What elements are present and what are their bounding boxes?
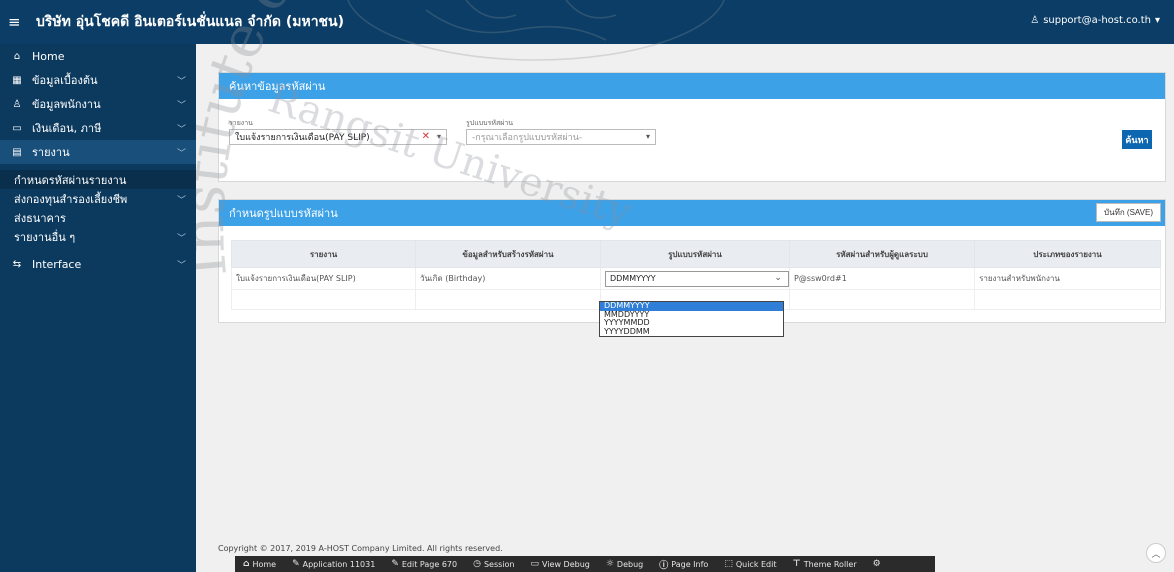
devbar-home[interactable]: ⌂ Home: [235, 559, 284, 569]
sidebar-item-salary-tax[interactable]: ▭ เงินเดือน, ภาษี ﹀: [0, 116, 196, 140]
column-header: ข้อมูลสำหรับสร้างรหัสผ่าน: [414, 240, 601, 268]
format-dropdown-list[interactable]: DDMMYYYY MMDDYYYY YYYYMMDD YYYYDDMM: [599, 301, 784, 337]
info-icon: ⓘ: [659, 560, 669, 571]
sidebar-item-employee-data[interactable]: ♙ ข้อมูลพนักงาน ﹀: [0, 92, 196, 116]
chevron-down-icon: ﹀: [176, 261, 186, 271]
sidebar-subitem-label: กำหนดรหัสผ่านรายงาน: [14, 173, 127, 187]
company-title: บริษัท อุ่นโชคดี อินเตอร์เนชั่นแนล จำกัด…: [36, 14, 345, 30]
cell-report: ใบแจ้งรายการเงินเดือน(PAY SLIP): [231, 267, 416, 290]
sidebar-item-reports[interactable]: ▤ รายงาน ﹀: [0, 140, 196, 164]
search-button[interactable]: ค้นหา: [1122, 130, 1152, 149]
caret-down-icon: ▾: [645, 132, 650, 141]
hamburger-icon[interactable]: ≡: [8, 13, 30, 31]
search-card-header: ค้นหาข้อมูลรหัสผ่าน: [219, 73, 1165, 99]
edit-icon: ✎: [391, 559, 399, 569]
report-select-value: ใบแจ้งรายการเงินเดือน(PAY SLIP): [235, 133, 370, 143]
chevron-down-icon: ﹀: [176, 77, 186, 87]
password-format-card-header: กำหนดรูปแบบรหัสผ่าน บันทึก (SAVE): [219, 200, 1165, 226]
clock-icon: ◷: [473, 559, 481, 569]
sidebar: ⌂ Home ▦ ข้อมูลเบื้องต้น ﹀ ♙ ข้อมูลพนักง…: [0, 44, 196, 572]
sidebar-subitem-label: รายงานอื่น ๆ: [14, 230, 76, 244]
chevron-up-icon: ︿: [1151, 549, 1161, 560]
column-header: รายงาน: [231, 240, 416, 268]
user-email: support@a-host.co.th: [1043, 15, 1151, 26]
sidebar-item-interface[interactable]: ⇆ Interface ﹀: [0, 252, 196, 276]
sidebar-item-label: ข้อมูลเบื้องต้น: [32, 74, 98, 87]
sidebar-item-label: Interface: [32, 257, 82, 271]
window-icon: ▭: [530, 559, 539, 569]
clear-icon[interactable]: ✕: [422, 131, 430, 142]
sidebar-item-label: Home: [32, 49, 65, 63]
paint-roller-icon: ⊤: [792, 559, 801, 569]
caret-down-icon: ▾: [1154, 15, 1160, 26]
table-row: ใบแจ้งรายการเงินเดือน(PAY SLIP) วันเกิด …: [231, 267, 1161, 290]
gear-icon: ⚙: [872, 559, 881, 569]
home-icon: ⌂: [13, 50, 21, 62]
column-header: รหัสผ่านสำหรับผู้ดูแลระบบ: [788, 240, 976, 268]
user-icon: ♙: [1030, 15, 1040, 26]
password-format-card-title: กำหนดรูปแบบรหัสผ่าน: [229, 207, 338, 220]
sidebar-item-label: เงินเดือน, ภาษี: [32, 122, 102, 135]
report-select[interactable]: ใบแจ้งรายการเงินเดือน(PAY SLIP) ✕ ▾: [229, 129, 447, 145]
person-icon: ♙: [12, 98, 22, 110]
format-cell-select[interactable]: DDMMYYYY ⌄: [604, 270, 789, 287]
chevron-down-icon: ⌄: [774, 272, 782, 283]
scroll-to-top-button[interactable]: ︿: [1146, 543, 1166, 563]
developer-toolbar: ⌂ Home ✎ Application 11031 ✎ Edit Page 670 …: [235, 556, 935, 572]
dropdown-option[interactable]: YYYYDDMM: [600, 327, 783, 337]
chevron-down-icon: ﹀: [176, 196, 186, 206]
sidebar-subitem-label: ส่งกองทุนสำรองเลี้ยงชีพ: [14, 192, 128, 206]
password-format-table: รายงาน ข้อมูลสำหรับสร้างรหัสผ่าน รูปแบบร…: [231, 240, 1161, 310]
column-header: ประเภทของรายงาน: [974, 240, 1161, 268]
devbar-page-info[interactable]: ⓘ Page Info: [651, 558, 716, 571]
cell-source: วันเกิด (Birthday): [414, 267, 601, 290]
chevron-down-icon: ﹀: [176, 149, 186, 159]
chevron-down-icon: ﹀: [176, 101, 186, 111]
column-header: รูปแบบรหัสผ่าน: [599, 240, 790, 268]
report-label: รายงาน: [229, 119, 253, 127]
devbar-application[interactable]: ✎ Application 11031: [284, 559, 383, 569]
devbar-edit-page[interactable]: ✎ Edit Page 670: [383, 559, 465, 569]
user-menu[interactable]: ♙ support@a-host.co.th ▾: [1030, 15, 1160, 26]
chevron-down-icon: ﹀: [176, 234, 186, 244]
home-icon: ⌂: [243, 559, 250, 569]
cell-admin-password: P@ssw0rd#1: [788, 267, 976, 290]
save-button[interactable]: บันทึก (SAVE): [1096, 203, 1161, 222]
top-header: ≡ บริษัท อุ่นโชคดี อินเตอร์เนชั่นแนล จำก…: [0, 0, 1174, 44]
devbar-session[interactable]: ◷ Session: [465, 559, 522, 569]
table-header-row: รายงาน ข้อมูลสำหรับสร้างรหัสผ่าน รูปแบบร…: [231, 240, 1161, 268]
chevron-down-icon: ﹀: [176, 125, 186, 135]
bug-icon: ☼: [605, 559, 614, 569]
format-cell-value: DDMMYYYY: [609, 274, 656, 283]
money-icon: ▭: [12, 122, 22, 134]
search-card: ค้นหาข้อมูลรหัสผ่าน รายงาน ใบแจ้งรายการเ…: [218, 72, 1166, 182]
format-select-placeholder: -กรุณาเลือกรูปแบบรหัสผ่าน-: [472, 133, 583, 143]
sliders-icon: ⇆: [12, 258, 22, 270]
sidebar-item-basic-data[interactable]: ▦ ข้อมูลเบื้องต้น ﹀: [0, 68, 196, 92]
cell-report-type: รายงานสำหรับพนักงาน: [974, 267, 1161, 290]
sidebar-subitem-report-password[interactable]: กำหนดรหัสผ่านรายงาน: [0, 170, 196, 189]
edit-icon: ✎: [292, 559, 300, 569]
sidebar-subitem-other-reports[interactable]: รายงานอื่น ๆ ﹀: [0, 227, 196, 246]
sidebar-subitem-bank[interactable]: ส่งธนาคาร: [0, 208, 196, 227]
devbar-debug[interactable]: ☼ Debug: [598, 559, 651, 569]
format-label: รูปแบบรหัสผ่าน: [466, 119, 514, 127]
search-card-title: ค้นหาข้อมูลรหัสผ่าน: [229, 80, 326, 93]
sidebar-item-home[interactable]: ⌂ Home: [0, 44, 196, 68]
format-select[interactable]: -กรุณาเลือกรูปแบบรหัสผ่าน- ▾: [466, 129, 656, 145]
cursor-icon: ⬚: [724, 559, 733, 569]
grid-icon: ▦: [12, 74, 22, 86]
report-icon: ▤: [12, 146, 22, 158]
devbar-theme-roller[interactable]: ⊤ Theme Roller: [784, 559, 864, 569]
sidebar-subitem-label: ส่งธนาคาร: [14, 211, 66, 225]
caret-down-icon: ▾: [436, 132, 441, 141]
sidebar-item-label: รายงาน: [32, 146, 70, 159]
devbar-view-debug[interactable]: ▭ View Debug: [522, 559, 597, 569]
devbar-quick-edit[interactable]: ⬚ Quick Edit: [716, 559, 784, 569]
sidebar-item-label: ข้อมูลพนักงาน: [32, 98, 101, 111]
footer-copyright: Copyright © 2017, 2019 A-HOST Company Li…: [218, 544, 503, 553]
devbar-settings[interactable]: ⚙: [865, 559, 889, 569]
sidebar-subitem-provident-fund[interactable]: ส่งกองทุนสำรองเลี้ยงชีพ ﹀: [0, 189, 196, 208]
